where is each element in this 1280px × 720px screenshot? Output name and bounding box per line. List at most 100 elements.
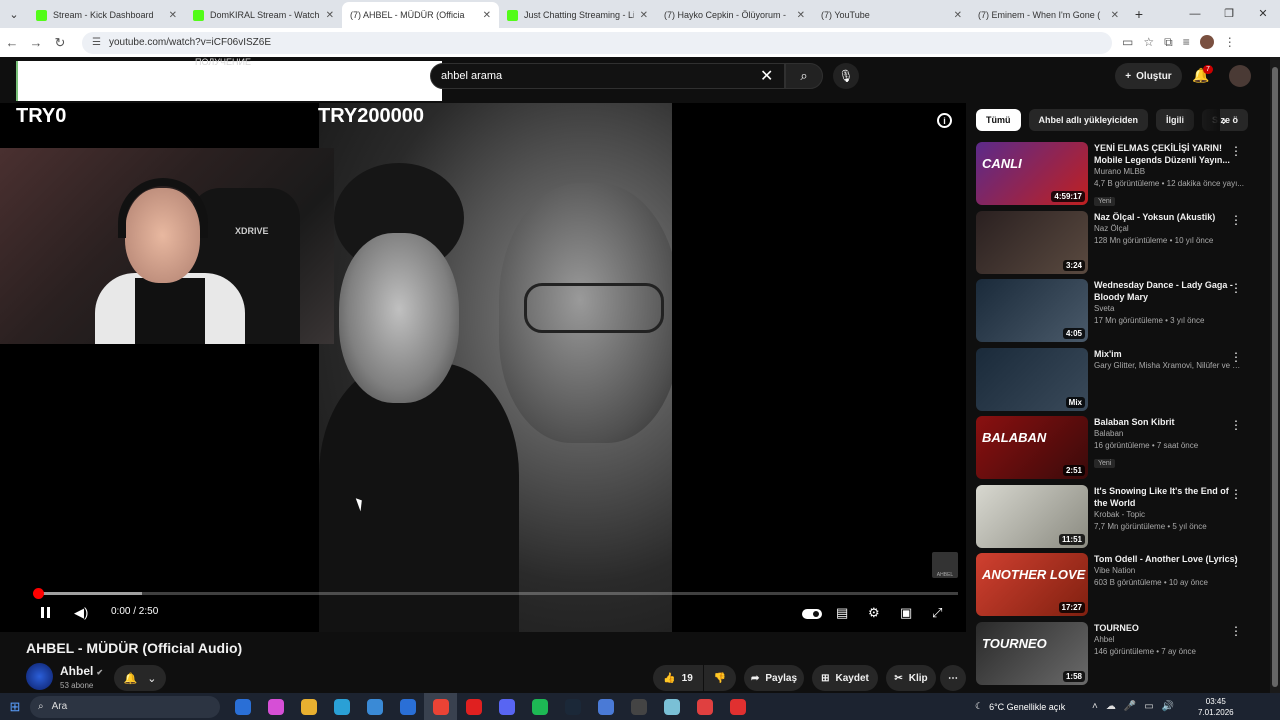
browser-menu-icon[interactable]: ⋮ — [1224, 35, 1236, 50]
video-thumbnail[interactable]: 11:51 — [976, 484, 1088, 548]
close-tab-icon[interactable]: ✕ — [797, 10, 805, 21]
recommendation-item[interactable]: 4:05 Wednesday Dance - Lady Gaga - Bloody… — [976, 279, 1266, 348]
recommendation-title[interactable]: Naz Ölçal - Yoksun (Akustik) — [1094, 211, 1244, 223]
new-tab-button[interactable]: + — [1127, 6, 1151, 22]
recommendation-item[interactable]: TOURNEO 1:58 TOURNEO Ahbel 146 görüntüleme •… — [976, 621, 1266, 691]
close-tab-icon[interactable]: ✕ — [1111, 10, 1119, 21]
taskbar-clock[interactable]: 03:45 7.01.2026 — [1198, 696, 1234, 718]
taskbar-app-icon[interactable] — [523, 693, 556, 720]
miniplayer-icon[interactable]: ▣ — [900, 605, 912, 621]
taskbar-app-icon[interactable] — [325, 693, 358, 720]
video-thumbnail[interactable]: ANOTHER LOVE 17:27 — [976, 553, 1088, 616]
video-thumbnail[interactable]: TOURNEO 1:58 — [976, 621, 1088, 685]
browser-tab[interactable]: Just Chatting Streaming - Live ✕ — [499, 2, 656, 28]
close-tab-icon[interactable]: ✕ — [483, 10, 491, 21]
scrubber-handle[interactable] — [33, 588, 44, 599]
taskbar-app-icon[interactable] — [226, 693, 259, 720]
clip-button[interactable]: ✂ Klip — [886, 665, 936, 691]
recommendation-channel[interactable]: Ahbel — [1094, 634, 1244, 646]
taskbar-app-icon[interactable] — [655, 693, 688, 720]
windows-start-icon[interactable]: ⊞ — [0, 699, 30, 715]
chevron-up-icon[interactable]: ˄ — [1092, 701, 1098, 712]
like-button[interactable]: 👍 19 — [653, 665, 703, 691]
clear-search-icon[interactable]: ✕ — [760, 66, 773, 86]
taskbar-search[interactable]: ⌕ Ara — [30, 695, 220, 718]
taskbar-app-icon[interactable] — [259, 693, 292, 720]
search-button[interactable]: ⌕ — [785, 63, 823, 89]
recommendation-title[interactable]: YENİ ELMAS ÇEKİLİŞİ YARIN! Mobile Legend… — [1094, 142, 1244, 166]
channel-watermark[interactable]: AHBEL — [932, 552, 958, 578]
share-button[interactable]: ➦ Paylaş — [744, 665, 804, 691]
channel-avatar[interactable] — [26, 663, 53, 690]
taskbar-app-icon[interactable] — [490, 693, 523, 720]
save-button[interactable]: ⊞ Kaydet — [812, 665, 878, 691]
minimize-icon[interactable]: — — [1178, 0, 1212, 28]
browser-tab[interactable]: (7) Eminem - When I'm Gone (✕ — [970, 2, 1127, 70]
cast-icon[interactable]: ▭ — [1122, 35, 1133, 50]
recommendation-title[interactable]: Mix'im — [1094, 348, 1244, 360]
subscription-bell-button[interactable]: 🔔 ⌄ — [114, 665, 166, 691]
filter-chip[interactable]: Ahbel adlı yükleyiciden — [1028, 109, 1149, 131]
autoplay-toggle[interactable] — [802, 609, 822, 619]
browser-tab[interactable]: (7) Hayko Cepkin - Ölüyorum - ✕ — [656, 2, 813, 70]
recommendation-channel[interactable]: Murano MLBB — [1094, 166, 1244, 178]
network-icon[interactable]: ▭ — [1144, 701, 1153, 712]
restore-icon[interactable]: ❐ — [1212, 0, 1246, 28]
taskbar-app-icon[interactable] — [292, 693, 325, 720]
close-tab-icon[interactable]: ✕ — [640, 10, 648, 21]
recommendation-item[interactable]: CANLI 4:59:17 YENİ ELMAS ÇEKİLİŞİ YARIN! M… — [976, 142, 1266, 211]
back-icon[interactable]: ← — [0, 35, 24, 50]
dislike-button[interactable]: 👎 — [704, 665, 736, 691]
reload-icon[interactable]: ↻ — [48, 35, 72, 51]
tab-search-icon[interactable]: ⌄ — [0, 0, 28, 28]
recommendation-item[interactable]: 3:24 Naz Ölçal - Yoksun (Akustik) Naz Ölça… — [976, 210, 1266, 280]
recommendation-item[interactable]: Mix Mix'im Gary Glitter, Misha Xramovi, Ni… — [976, 347, 1266, 417]
recommendation-channel[interactable]: Krobak - Topic — [1094, 509, 1244, 521]
filter-chip[interactable]: Tümü — [976, 109, 1021, 131]
volume-icon[interactable]: ◀) — [74, 605, 88, 621]
more-options-icon[interactable]: ⋮ — [1230, 213, 1242, 227]
recommendation-channel[interactable]: Balaban — [1094, 428, 1244, 440]
site-info-icon[interactable]: ☰ — [92, 37, 101, 48]
close-icon[interactable]: ✕ — [1246, 0, 1280, 28]
recommendation-title[interactable]: Balaban Son Kibrit — [1094, 416, 1244, 428]
voice-search-button[interactable]: 🎙 — [833, 63, 859, 89]
browser-tab[interactable]: (7) AHBEL - MÜDÜR (Officia ✕ — [342, 2, 499, 70]
video-thumbnail[interactable]: 4:05 — [976, 279, 1088, 342]
recommendation-channel[interactable]: Naz Ölçal — [1094, 223, 1244, 235]
browser-tab[interactable]: DomKIRAL Stream - Watch Live ✕ — [185, 2, 342, 28]
more-options-icon[interactable]: ⋮ — [1230, 624, 1242, 638]
recommendation-title[interactable]: It's Snowing Like It's the End of the Wo… — [1094, 485, 1244, 509]
user-avatar[interactable] — [1229, 65, 1251, 87]
recommendation-item[interactable]: ANOTHER LOVE 17:27 Tom Odell - Another Lov… — [976, 553, 1266, 622]
scrollbar-thumb[interactable] — [1272, 67, 1278, 687]
subtitles-icon[interactable]: ▤ — [836, 605, 848, 621]
taskbar-app-icon[interactable] — [358, 693, 391, 720]
pause-icon[interactable] — [41, 607, 50, 618]
recommendation-item[interactable]: 11:51 It's Snowing Like It's the End of t… — [976, 484, 1266, 554]
bookmark-star-icon[interactable]: ☆ — [1143, 35, 1154, 50]
recommendation-item[interactable]: BALABAN 2:51 Balaban Son Kibrit Balaban 16 g… — [976, 416, 1266, 485]
video-thumbnail[interactable]: BALABAN 2:51 — [976, 416, 1088, 479]
video-thumbnail[interactable]: Mix — [976, 347, 1088, 411]
browser-tab[interactable]: (7) YouTube ✕ — [813, 2, 970, 70]
more-options-icon[interactable]: ⋮ — [1230, 555, 1242, 569]
forward-icon[interactable]: → — [24, 35, 48, 50]
progress-bar[interactable] — [33, 588, 958, 599]
video-player[interactable]: XDRIVE TRY0 TRY200000 i AHBEL ◀) 0:00 / … — [0, 103, 966, 632]
extensions-icon[interactable]: ⧉ — [1164, 35, 1173, 50]
taskbar-app-icon[interactable] — [721, 693, 754, 720]
mic-icon[interactable]: 🎤 — [1124, 701, 1136, 712]
recommendation-title[interactable]: Tom Odell - Another Love (Lyrics) — [1094, 553, 1244, 565]
taskbar-app-icon[interactable] — [622, 693, 655, 720]
video-thumbnail[interactable]: CANLI 4:59:17 — [976, 142, 1088, 205]
info-icon[interactable]: i — [937, 113, 952, 128]
taskbar-app-icon[interactable] — [556, 693, 589, 720]
cloud-icon[interactable]: ☁ — [1106, 701, 1116, 712]
channel-name[interactable]: Ahbel ✔ — [60, 664, 103, 678]
taskbar-app-icon[interactable] — [688, 693, 721, 720]
close-tab-icon[interactable]: ✕ — [326, 10, 334, 21]
more-options-icon[interactable]: ⋮ — [1230, 418, 1242, 432]
media-icon[interactable]: ≡ — [1183, 35, 1190, 50]
video-thumbnail[interactable]: 3:24 — [976, 210, 1088, 274]
